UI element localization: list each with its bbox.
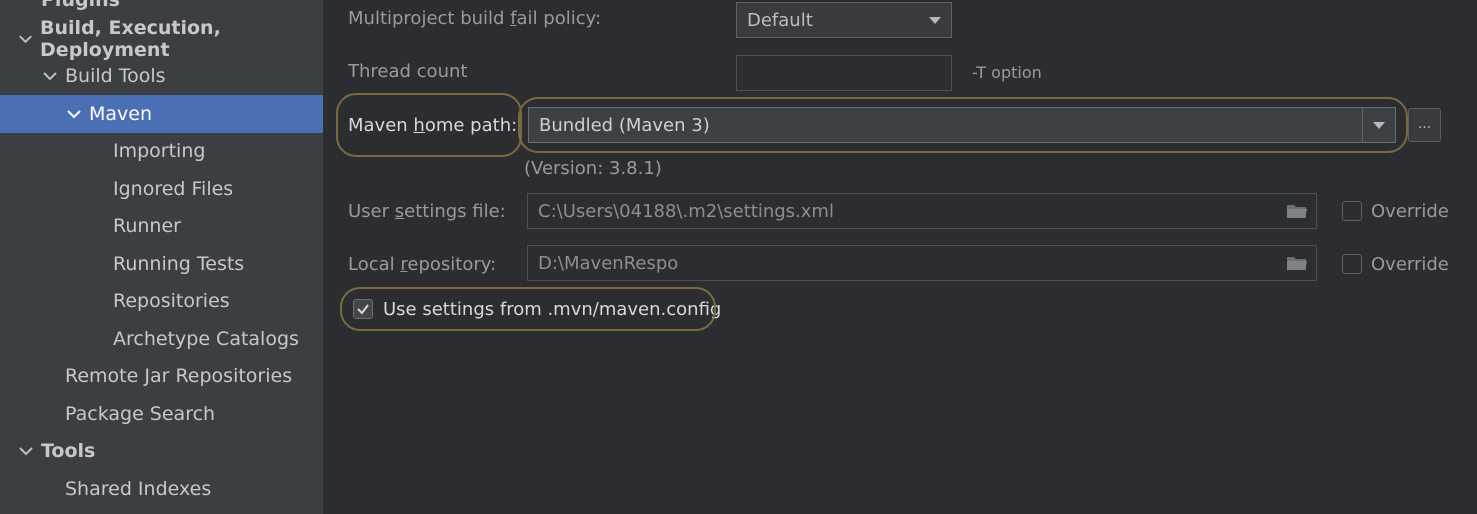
override-label: Override xyxy=(1371,254,1449,275)
folder-icon[interactable] xyxy=(1286,254,1308,272)
tree-item-repositories[interactable]: Repositories xyxy=(0,282,323,320)
label-text: epository: xyxy=(407,254,497,275)
tree-item-label: Tools xyxy=(41,440,96,462)
fail-policy-select[interactable]: Default xyxy=(736,2,952,38)
local-repo-override-checkbox[interactable] xyxy=(1342,254,1362,274)
local-repo-label: Local repository: xyxy=(348,254,496,275)
folder-icon[interactable] xyxy=(1286,202,1308,220)
tree-item-label: Maven xyxy=(89,103,153,125)
maven-version-text: (Version: 3.8.1) xyxy=(524,158,662,179)
tree-item-label: Archetype Catalogs xyxy=(113,328,299,350)
label-mnemonic: h xyxy=(413,115,425,136)
label-text: Local xyxy=(348,254,401,275)
maven-home-select[interactable]: Bundled (Maven 3) xyxy=(528,107,1396,143)
use-mvn-config-checkbox[interactable] xyxy=(353,299,373,319)
input-value: D:\MavenRespo xyxy=(538,252,679,274)
tree-item-ignored-files[interactable]: Ignored Files xyxy=(0,170,323,208)
label-text: ome path: xyxy=(424,115,518,136)
thread-count-label: Thread count xyxy=(348,61,468,82)
tree-item-runner[interactable]: Runner xyxy=(0,207,323,245)
select-value: Default xyxy=(747,9,813,31)
chevron-down-icon[interactable] xyxy=(17,442,35,460)
tree-item-remote-jar-repositories[interactable]: Remote Jar Repositories xyxy=(0,357,323,395)
tree-item-maven[interactable]: Maven xyxy=(0,95,323,133)
maven-home-label: Maven home path: xyxy=(348,115,517,136)
label-mnemonic: s xyxy=(394,201,405,222)
label-text: ettings file: xyxy=(404,201,506,222)
tree-item-label: Running Tests xyxy=(113,253,245,275)
use-mvn-config-label[interactable]: Use settings from .mvn/maven.config xyxy=(383,299,721,320)
tree-item-package-search[interactable]: Package Search xyxy=(0,395,323,433)
tree-item-label: Shared Indexes xyxy=(65,478,212,500)
maven-settings-panel: Multiproject build fail policy: Default … xyxy=(324,0,1477,514)
separator xyxy=(1362,108,1363,142)
thread-count-hint: -T option xyxy=(972,63,1042,82)
tree-item-importing[interactable]: Importing xyxy=(0,132,323,170)
label-text: ail policy: xyxy=(516,8,602,29)
tree-item-label: Remote Jar Repositories xyxy=(65,365,293,387)
chevron-down-icon xyxy=(1373,122,1385,129)
thread-count-input[interactable] xyxy=(736,55,952,91)
local-repo-input[interactable]: D:\MavenRespo xyxy=(527,245,1317,281)
browse-button[interactable]: ... xyxy=(1408,108,1441,142)
settings-tree: Plugins Build, Execution, Deployment Bui… xyxy=(0,0,323,514)
user-settings-label: User settings file: xyxy=(348,201,506,222)
checkmark-icon xyxy=(357,304,369,315)
chevron-down-icon[interactable] xyxy=(17,30,34,48)
input-value: C:\Users\04188\.m2\settings.xml xyxy=(538,200,834,222)
tree-item-label: Build Tools xyxy=(65,65,166,87)
tree-item-label: Repositories xyxy=(113,290,230,312)
tree-item-label: Package Search xyxy=(65,403,216,425)
chevron-down-icon[interactable] xyxy=(65,105,83,123)
label-text: Multiproject build xyxy=(348,8,511,29)
tree-item-label: Build, Execution, Deployment xyxy=(40,17,221,61)
select-value: Bundled (Maven 3) xyxy=(539,114,710,136)
user-settings-override-checkbox[interactable] xyxy=(1342,201,1362,221)
chevron-down-icon[interactable] xyxy=(41,67,59,85)
tree-item-label: Ignored Files xyxy=(113,178,234,200)
override-label: Override xyxy=(1371,201,1449,222)
label-text: Maven xyxy=(348,115,414,136)
tree-item-label: Plugins xyxy=(41,0,120,11)
tree-item-archetype-catalogs[interactable]: Archetype Catalogs xyxy=(0,320,323,358)
chevron-down-icon xyxy=(929,17,941,24)
label-text: User xyxy=(348,201,395,222)
tree-item-build-execution-deployment[interactable]: Build, Execution, Deployment xyxy=(0,17,323,61)
tree-item-running-tests[interactable]: Running Tests xyxy=(0,245,323,283)
tree-item-shared-indexes[interactable]: Shared Indexes xyxy=(0,470,323,508)
tree-item-label: Runner xyxy=(113,215,181,237)
tree-item-label: Importing xyxy=(113,140,206,162)
tree-item-build-tools[interactable]: Build Tools xyxy=(0,57,323,95)
fail-policy-label: Multiproject build fail policy: xyxy=(348,8,601,29)
tree-item-tools[interactable]: Tools xyxy=(0,432,323,470)
user-settings-input[interactable]: C:\Users\04188\.m2\settings.xml xyxy=(527,193,1317,229)
